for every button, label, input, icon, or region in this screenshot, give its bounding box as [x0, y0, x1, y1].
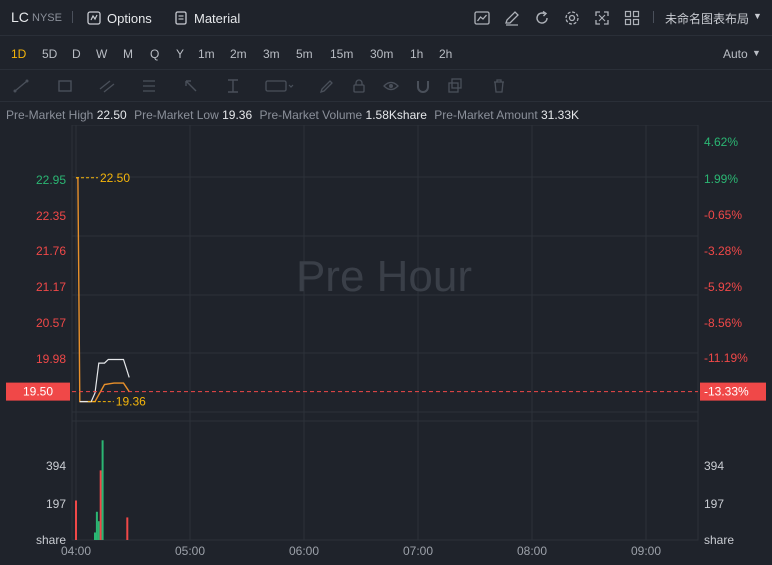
range-d[interactable]: D	[72, 47, 81, 61]
document-icon	[175, 11, 187, 25]
draw-edit-icon[interactable]	[503, 9, 521, 27]
top-toolbar: LC NYSE Options Material 未命名图表布局 ▼	[0, 0, 772, 36]
stat-label: Pre-Market High	[6, 108, 94, 122]
volume-tick-label: 197	[46, 497, 66, 511]
volume-bar	[97, 521, 100, 540]
range-w[interactable]: W	[96, 47, 107, 61]
magnet-icon[interactable]	[414, 77, 432, 95]
drawing-toolbar	[0, 70, 772, 102]
material-label: Material	[194, 10, 241, 26]
current-price-label: 19.50	[23, 385, 53, 399]
range-1d[interactable]: 1D	[11, 47, 26, 61]
gear-icon[interactable]	[563, 9, 581, 27]
exchange-label: NYSE	[32, 12, 62, 24]
options-label: Options	[107, 10, 152, 26]
fullscreen-icon[interactable]	[593, 9, 611, 27]
stat-label: Pre-Market Volume	[259, 108, 363, 122]
divider	[72, 11, 73, 23]
volume-tick-label: share	[704, 533, 734, 547]
current-change-label: -13.33%	[704, 385, 749, 399]
fib-levels-icon[interactable]	[140, 77, 158, 95]
chart-frame	[71, 125, 699, 541]
stat-value: 1.58Kshare	[365, 108, 427, 122]
time-tick-label: 06:00	[289, 544, 319, 558]
stat-value: 19.36	[222, 108, 253, 122]
layout-selector[interactable]: 未命名图表布局	[665, 10, 749, 27]
price-tick-label: 19.98	[36, 352, 66, 366]
range-y[interactable]: Y	[176, 47, 184, 61]
time-tick-label: 05:00	[175, 544, 205, 558]
range-30m[interactable]: 30m	[370, 47, 393, 61]
material-button[interactable]: Material	[174, 8, 240, 28]
stat-value: 22.50	[96, 108, 127, 122]
range-15m[interactable]: 15m	[330, 47, 353, 61]
rectangle-icon[interactable]	[56, 77, 74, 95]
eye-icon[interactable]	[382, 77, 400, 95]
parallel-channel-icon[interactable]	[98, 77, 116, 95]
trend-line-icon[interactable]	[12, 77, 30, 95]
arrow-icon[interactable]	[182, 77, 200, 95]
trash-icon[interactable]	[490, 77, 508, 95]
price-tick-label: 21.17	[36, 280, 66, 294]
volume-bar	[99, 470, 102, 540]
symbol-label[interactable]: LC	[11, 9, 29, 25]
timeframe-bar: 1D 5D D W M Q Y 1m 2m 3m 5m 15m 30m 1h 2…	[0, 37, 772, 70]
range-3m[interactable]: 3m	[263, 47, 280, 61]
percent-tick-label: 1.99%	[704, 172, 738, 186]
refresh-icon[interactable]	[533, 9, 551, 27]
percent-tick-label: 4.62%	[704, 135, 738, 149]
time-tick-label: 09:00	[631, 544, 661, 558]
volume-bar	[101, 440, 104, 540]
price-tick-label: 20.57	[36, 316, 66, 330]
options-icon	[87, 11, 101, 25]
price-tick-label: 22.95	[36, 173, 66, 187]
price-line	[76, 177, 130, 403]
watermark-text: Pre Hour	[296, 252, 472, 301]
indicator-chart-icon[interactable]	[473, 9, 491, 27]
pencil-icon[interactable]	[318, 77, 336, 95]
text-label-icon[interactable]	[264, 77, 294, 95]
options-button[interactable]: Options	[87, 8, 152, 28]
volume-tick-label: 197	[704, 497, 724, 511]
range-m[interactable]: M	[123, 47, 133, 61]
range-2m[interactable]: 2m	[230, 47, 247, 61]
lock-icon[interactable]	[350, 77, 368, 95]
price-tick-label: 22.35	[36, 209, 66, 223]
time-tick-label: 04:00	[61, 544, 91, 558]
volume-bar	[75, 500, 77, 540]
time-tick-label: 07:00	[403, 544, 433, 558]
high-marker-label: 22.50	[100, 171, 130, 185]
range-q[interactable]: Q	[150, 47, 159, 61]
percent-tick-label: -0.65%	[704, 208, 742, 222]
volume-bar	[126, 517, 129, 540]
percent-tick-label: -11.19%	[704, 351, 748, 365]
caret-down-icon[interactable]: ▼	[753, 11, 762, 21]
range-1m[interactable]: 1m	[198, 47, 215, 61]
price-volume-chart[interactable]: Pre Hour 22.95 22.35 21.76 21.17 20.57 19.98 19…	[0, 125, 772, 565]
range-2h[interactable]: 2h	[439, 47, 452, 61]
stat-label: Pre-Market Low	[134, 108, 219, 122]
low-marker-label: 19.36	[116, 395, 146, 409]
caret-down-icon[interactable]: ▼	[752, 48, 761, 58]
time-tick-label: 08:00	[517, 544, 547, 558]
range-5m[interactable]: 5m	[296, 47, 313, 61]
price-tick-label: 21.76	[36, 244, 66, 258]
premarket-stats: Pre-Market High 22.50 Pre-Market Low 19.…	[6, 108, 583, 122]
percent-tick-label: -3.28%	[704, 244, 742, 258]
range-5d[interactable]: 5D	[42, 47, 57, 61]
volume-bar	[94, 532, 96, 540]
stat-label: Pre-Market Amount	[434, 108, 538, 122]
percent-tick-label: -5.92%	[704, 280, 742, 294]
divider	[653, 11, 654, 23]
scale-mode-selector[interactable]: Auto	[723, 47, 748, 61]
range-1h[interactable]: 1h	[410, 47, 423, 61]
vertical-line-icon[interactable]	[224, 77, 242, 95]
volume-bar	[95, 511, 98, 540]
percent-tick-label: -8.56%	[704, 316, 742, 330]
stat-value: 31.33K	[541, 108, 580, 122]
volume-tick-label: 394	[704, 459, 724, 473]
grid-layout-icon[interactable]	[623, 9, 641, 27]
copy-icon[interactable]	[446, 77, 464, 95]
volume-tick-label: 394	[46, 459, 66, 473]
